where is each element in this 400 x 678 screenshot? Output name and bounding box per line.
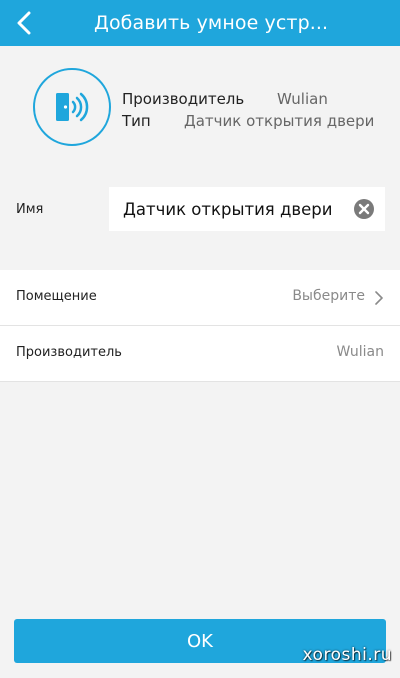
page-title: Добавить умное устр... — [94, 12, 329, 34]
clear-icon[interactable] — [353, 198, 375, 220]
app-header: Добавить умное устр... — [0, 0, 400, 46]
device-type-label: Тип — [122, 112, 151, 130]
ok-button[interactable]: OK — [14, 619, 386, 663]
chevron-right-icon — [375, 291, 383, 305]
manufacturer-label: Производитель — [16, 345, 122, 360]
room-row[interactable]: Помещение Выберите — [0, 270, 400, 326]
room-label: Помещение — [16, 289, 97, 304]
back-button[interactable] — [8, 7, 40, 39]
name-field — [109, 187, 385, 231]
name-label: Имя — [16, 202, 44, 217]
door-sensor-icon — [56, 92, 89, 122]
device-type-value: Датчик открытия двери — [184, 112, 375, 130]
manufacturer-row: Производитель Wulian — [0, 326, 400, 382]
room-value: Выберите — [292, 288, 365, 304]
device-icon-circle — [33, 68, 111, 146]
chevron-left-icon — [17, 11, 31, 35]
device-manufacturer-value: Wulian — [277, 90, 328, 108]
name-input[interactable] — [123, 187, 343, 231]
device-manufacturer-label: Производитель — [122, 90, 245, 108]
manufacturer-value: Wulian — [336, 344, 384, 360]
